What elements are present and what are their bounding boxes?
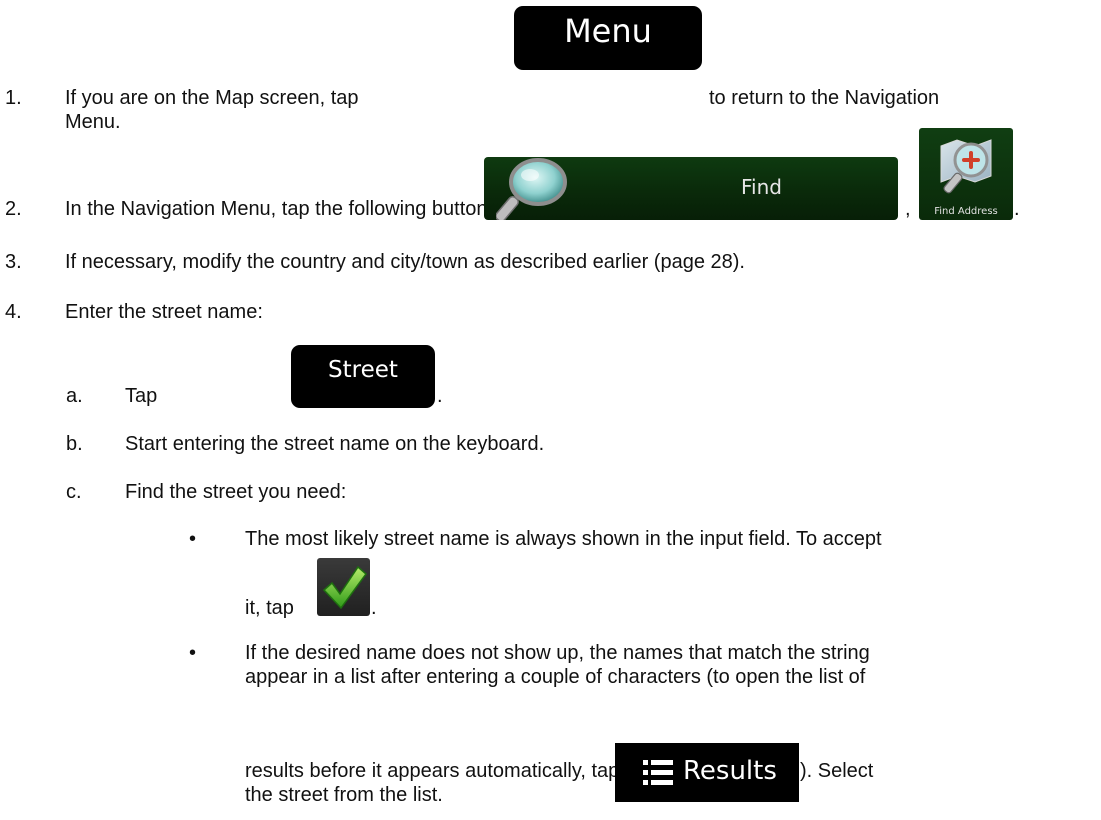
- street-button-label: Street: [328, 357, 398, 383]
- checkmark-icon: [322, 565, 368, 610]
- substep-c-text: Find the street you need:: [125, 481, 347, 503]
- substep-a-text: Tap: [125, 385, 158, 407]
- step-4-text: Enter the street name:: [65, 301, 263, 323]
- menu-button[interactable]: Menu: [514, 6, 702, 70]
- step-2-sep: ,: [905, 198, 911, 220]
- results-button[interactable]: Results: [615, 743, 799, 802]
- step-2-end: .: [1014, 198, 1020, 220]
- bullet-1-line-1: The most likely street name is always sh…: [245, 528, 882, 550]
- bullet-1-end: .: [371, 597, 377, 619]
- bullet-2-line-2: appear in a list after entering a couple…: [245, 666, 866, 688]
- step-1-text-b: to return to the Navigation: [709, 87, 940, 109]
- step-2-text: In the Navigation Menu, tap the followin…: [65, 198, 504, 220]
- find-button-label: Find: [741, 175, 782, 199]
- bullet-2-glyph: •: [189, 642, 197, 664]
- magnifier-icon: [496, 158, 567, 220]
- substep-b-letter: b.: [66, 433, 83, 455]
- substep-a-end: .: [437, 385, 443, 407]
- step-3-number: 3.: [5, 251, 22, 273]
- bullet-2-line-1: If the desired name does not show up, th…: [245, 642, 870, 664]
- substep-b-text: Start entering the street name on the ke…: [125, 433, 545, 455]
- list-icon: [643, 760, 673, 785]
- street-button[interactable]: Street: [291, 345, 435, 408]
- find-address-label: Find Address: [934, 206, 998, 217]
- step-3-text: If necessary, modify the country and cit…: [65, 251, 745, 273]
- step-1-text-c: Menu.: [65, 111, 121, 133]
- menu-button-label: Menu: [564, 12, 652, 50]
- accept-button[interactable]: [317, 558, 370, 616]
- substep-c-letter: c.: [66, 481, 82, 503]
- find-address-button[interactable]: Find Address: [919, 128, 1013, 220]
- bullet-2-line-4: the street from the list.: [245, 784, 443, 806]
- results-button-label: Results: [683, 756, 777, 786]
- bullet-2-line-3-end: ). Select: [800, 760, 874, 782]
- bullet-1-glyph: •: [189, 528, 197, 550]
- substep-a-letter: a.: [66, 385, 83, 407]
- step-4-number: 4.: [5, 301, 22, 323]
- find-button[interactable]: Find: [484, 157, 898, 220]
- step-1-text-a: If you are on the Map screen, tap: [65, 87, 359, 109]
- map-magnifier-icon: [940, 139, 992, 194]
- step-1-number: 1.: [5, 87, 22, 109]
- step-2-number: 2.: [5, 198, 22, 220]
- bullet-1-line-2: it, tap: [245, 597, 294, 619]
- bullet-2-line-3: results before it appears automatically,…: [245, 760, 620, 782]
